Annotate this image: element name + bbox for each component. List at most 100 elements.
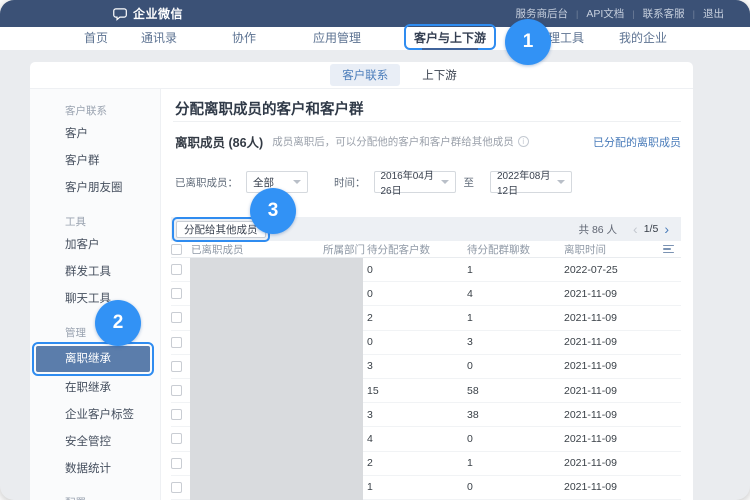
sidebar-item[interactable]: 企业客户标签: [30, 402, 160, 429]
wework-logo-icon: [113, 7, 128, 21]
col-header-member: 已离职成员: [191, 242, 323, 257]
member-section-header: 离职成员 (86人) 成员离职后，可以分配他的客户和客户群给其他成员 i 已分配…: [175, 132, 681, 151]
column-settings-icon[interactable]: [663, 245, 679, 254]
cell-leave-date: 2021-11-09: [564, 288, 681, 300]
row-checkbox[interactable]: [171, 264, 182, 275]
chevron-down-icon: [293, 180, 301, 184]
assign-to-others-button[interactable]: 分配给其他成员: [176, 221, 266, 238]
cell-pending-groups: 1: [467, 457, 564, 469]
link-contact-support[interactable]: 联系客服: [643, 6, 685, 21]
cell-pending-clients: 0: [367, 288, 467, 300]
row-checkbox[interactable]: [171, 482, 182, 493]
page-indicator: 1/5: [644, 223, 659, 235]
assigned-members-link[interactable]: 已分配的离职成员: [593, 134, 681, 150]
nav-item-label: 客户与上下游: [414, 31, 486, 45]
sidebar-group: 配置: [30, 493, 160, 500]
sidebar-item-label: 离职继承: [65, 353, 111, 365]
sidebar-group: 客户联系 客户 客户群 客户朋友圈: [30, 101, 160, 202]
select-all-checkbox[interactable]: [171, 244, 182, 255]
nav-item[interactable]: 通讯录: [141, 27, 177, 50]
cell-pending-groups: 58: [467, 385, 564, 397]
row-checkbox[interactable]: [171, 312, 182, 323]
chevron-down-icon: [557, 180, 565, 184]
sidebar-item[interactable]: 客户: [30, 121, 160, 148]
cell-pending-clients: 3: [367, 409, 467, 421]
nav-item[interactable]: 首页: [84, 27, 108, 50]
section-title: 离职成员 (86人): [175, 132, 263, 151]
chevron-right-icon[interactable]: ›: [660, 222, 673, 236]
date-from-select[interactable]: 2016年04月26日: [374, 171, 456, 193]
sidebar-item[interactable]: 聊天工具: [30, 286, 160, 313]
sidebar-item[interactable]: 数据统计: [30, 456, 160, 483]
sidebar-item[interactable]: 客户群: [30, 148, 160, 175]
main-content: 分配离职成员的客户和客户群 离职成员 (86人) 成员离职后，可以分配他的客户和…: [161, 89, 693, 500]
sidebar-group-title: 客户联系: [30, 101, 160, 121]
row-checkbox[interactable]: [171, 288, 182, 299]
col-header-leave-date: 离职时间: [564, 242, 663, 257]
cell-pending-clients: 0: [367, 264, 467, 276]
cell-pending-clients: 2: [367, 457, 467, 469]
row-checkbox[interactable]: [171, 337, 182, 348]
pagination: 共 86 人 ‹ 1/5 ›: [579, 222, 673, 237]
nav-item-label: 协作: [232, 31, 256, 45]
nav-item[interactable]: 应用管理: [313, 27, 361, 50]
cell-pending-clients: 0: [367, 336, 467, 348]
app-window: 企业微信 服务商后台 | API文档 | 联系客服 | 退出 首页 通讯录 协作…: [0, 0, 750, 500]
cell-pending-clients: 2: [367, 312, 467, 324]
chevron-left-icon[interactable]: ‹: [629, 222, 642, 236]
sidebar-item[interactable]: 安全管控: [30, 429, 160, 456]
member-filter-label: 已离职成员：: [175, 175, 238, 190]
subtab[interactable]: 客户联系: [330, 64, 400, 86]
cell-leave-date: 2021-11-09: [564, 336, 681, 348]
sidebar-group-title: 工具: [30, 212, 160, 232]
sidebar-item-label: 企业客户标签: [65, 409, 134, 421]
annotation-step-2: 2: [95, 300, 141, 346]
cell-pending-groups: 38: [467, 409, 564, 421]
row-checkbox-cell: [171, 458, 191, 469]
col-header-department: 所属部门: [323, 242, 367, 257]
topbar-links: 服务商后台 | API文档 | 联系客服 | 退出: [516, 6, 724, 21]
sidebar-group: 管理 离职继承 在职继承 企业客户标签 安全管控 数据统计: [30, 323, 160, 483]
nav-item-label: 我的企业: [619, 31, 667, 45]
header-checkbox-cell: [171, 244, 191, 255]
nav-item[interactable]: 协作: [232, 27, 256, 50]
row-checkbox[interactable]: [171, 361, 182, 372]
row-checkbox-cell: [171, 482, 191, 493]
row-checkbox[interactable]: [171, 433, 182, 444]
link-api-docs[interactable]: API文档: [586, 6, 624, 21]
info-icon[interactable]: i: [518, 136, 529, 147]
content-card: 客户联系上下游 客户联系 客户 客户群 客户朋友圈 工具 加客户 群发工具 聊天…: [30, 62, 693, 500]
row-checkbox[interactable]: [171, 385, 182, 396]
sidebar-item[interactable]: 在职继承: [30, 375, 160, 402]
cell-pending-groups: 3: [467, 336, 564, 348]
row-checkbox-cell: [171, 264, 191, 275]
cell-pending-clients: 15: [367, 385, 467, 397]
nav-item[interactable]: 客户与上下游: [414, 27, 486, 50]
total-count: 共 86 人: [579, 222, 618, 237]
cell-leave-date: 2021-11-09: [564, 409, 681, 421]
cell-leave-date: 2021-11-09: [564, 360, 681, 372]
subtab-bar: 客户联系上下游: [30, 62, 693, 89]
date-to-select[interactable]: 2022年08月12日: [490, 171, 572, 193]
row-checkbox-cell: [171, 409, 191, 420]
nav-item[interactable]: 我的企业: [619, 27, 667, 50]
date-to-value: 2022年08月12日: [497, 167, 557, 197]
table-header-row: 已离职成员 所属部门 待分配客户数 待分配群聊数 离职时间: [171, 241, 681, 258]
subtab[interactable]: 上下游: [410, 64, 469, 86]
sidebar-item[interactable]: 离职继承: [36, 346, 150, 372]
cell-leave-date: 2021-11-09: [564, 433, 681, 445]
sidebar-item[interactable]: 群发工具: [30, 259, 160, 286]
row-checkbox-cell: [171, 385, 191, 396]
sidebar-item[interactable]: 加客户: [30, 232, 160, 259]
sidebar-item[interactable]: 客户朋友圈: [30, 175, 160, 202]
cell-leave-date: 2021-11-09: [564, 312, 681, 324]
annotation-step-3: 3: [250, 188, 296, 234]
link-logout[interactable]: 退出: [703, 6, 724, 21]
wework-logo: 企业微信: [113, 5, 183, 22]
redacted-region: [190, 258, 363, 500]
row-checkbox[interactable]: [171, 458, 182, 469]
cell-leave-date: 2021-11-09: [564, 481, 681, 493]
row-checkbox[interactable]: [171, 409, 182, 420]
col-header-pending-groups: 待分配群聊数: [467, 242, 564, 257]
sidebar-item-label: 客户: [65, 128, 88, 140]
